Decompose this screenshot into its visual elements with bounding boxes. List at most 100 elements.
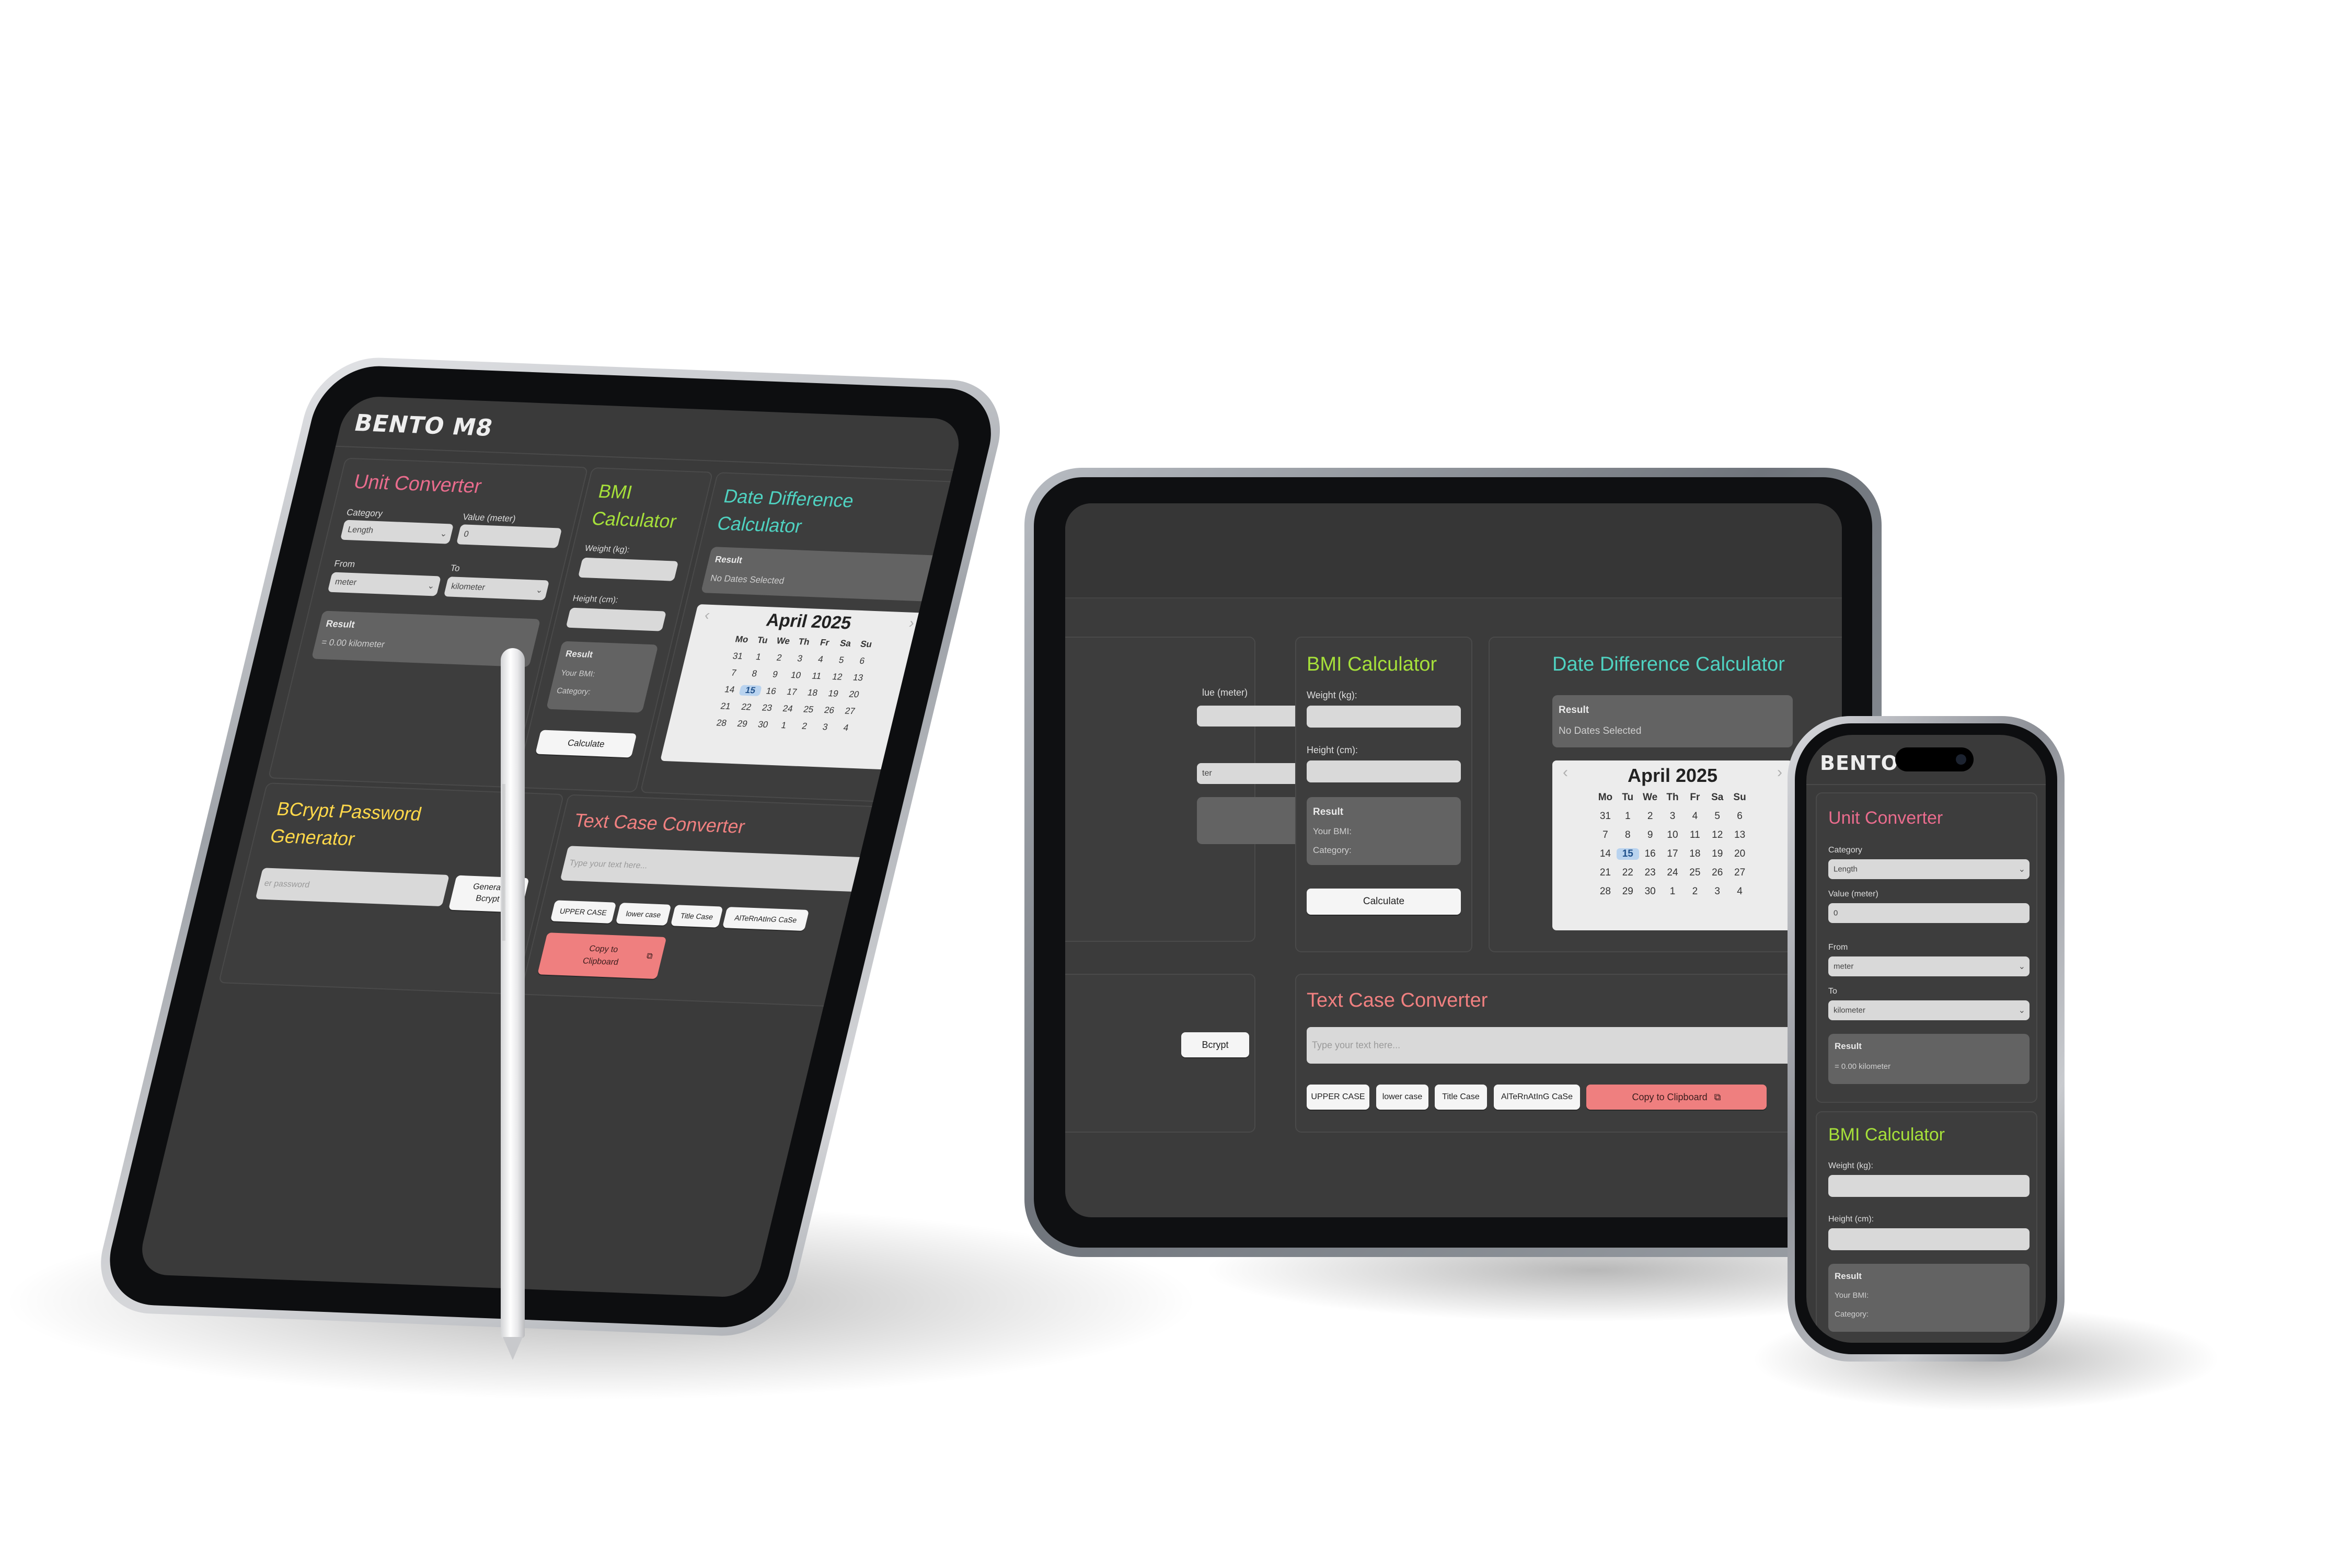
title-case-button[interactable]: Title Case xyxy=(670,905,723,928)
calendar-day[interactable]: 14 xyxy=(718,684,741,696)
calendar-day[interactable]: 1 xyxy=(1662,886,1684,897)
calendar-day[interactable]: 11 xyxy=(805,671,828,682)
from-select[interactable]: meter ⌄ xyxy=(327,572,442,596)
calendar-day[interactable]: 20 xyxy=(1728,848,1751,860)
title-case-button[interactable]: Title Case xyxy=(1435,1085,1487,1110)
text-input[interactable]: Type your text here... xyxy=(560,846,885,893)
calendar-day[interactable]: 18 xyxy=(1684,848,1706,860)
calculate-button[interactable]: Calculate xyxy=(1307,889,1461,915)
to-select[interactable]: kilometer ⌄ xyxy=(443,577,550,601)
calendar-day[interactable]: 23 xyxy=(755,702,778,714)
value-input[interactable]: 0 xyxy=(1828,903,2030,923)
calendar-day[interactable]: 22 xyxy=(1617,867,1639,879)
to-select[interactable]: kilometer ⌄ xyxy=(1828,1000,2030,1020)
calendar-day[interactable]: 6 xyxy=(1728,811,1751,822)
height-input[interactable] xyxy=(1307,760,1461,782)
calendar-day[interactable]: 10 xyxy=(1662,829,1684,841)
calendar-day[interactable]: 31 xyxy=(726,651,749,662)
weight-input[interactable] xyxy=(578,557,679,581)
calendar-day[interactable]: 30 xyxy=(752,719,775,731)
calendar-day[interactable]: 8 xyxy=(1617,829,1639,841)
calendar-day[interactable]: 7 xyxy=(722,667,745,679)
value-input[interactable]: 0 xyxy=(456,524,562,548)
calendar-day[interactable]: 10 xyxy=(784,670,807,682)
weight-input[interactable] xyxy=(1828,1175,2030,1197)
calendar-day[interactable]: 31 xyxy=(1594,811,1617,822)
calendar-day[interactable]: 17 xyxy=(780,686,803,698)
password-input[interactable]: er password xyxy=(255,868,449,907)
calendar-day[interactable]: 13 xyxy=(1728,829,1751,841)
copy-to-clipboard-button[interactable]: Copy to Clipboard ⧉ xyxy=(1586,1085,1767,1110)
calendar-day[interactable]: 7 xyxy=(1594,829,1617,841)
calendar-day[interactable]: 26 xyxy=(817,705,840,717)
category-select[interactable]: Length ⌄ xyxy=(1828,859,2030,879)
calendar-day[interactable]: 29 xyxy=(1617,886,1639,897)
calendar-day[interactable]: 14 xyxy=(1594,848,1617,860)
chevron-left-icon[interactable]: ‹ xyxy=(1563,764,1568,781)
calendar-day[interactable]: 3 xyxy=(1662,811,1684,822)
calendar-day[interactable]: 4 xyxy=(809,654,832,665)
calendar-day[interactable]: 20 xyxy=(843,689,866,700)
calendar-day[interactable]: 28 xyxy=(1594,886,1617,897)
calendar-day[interactable]: 11 xyxy=(1684,829,1706,841)
calendar-day[interactable]: 19 xyxy=(822,688,845,700)
calendar-day[interactable]: 12 xyxy=(826,672,849,683)
calendar-day[interactable]: 1 xyxy=(772,720,795,731)
calendar-day[interactable]: 24 xyxy=(776,703,799,714)
calendar-day[interactable]: 9 xyxy=(764,669,787,681)
calendar-day[interactable]: 25 xyxy=(797,704,820,716)
calendar-day[interactable]: 23 xyxy=(1639,867,1662,879)
calendar-day[interactable]: 12 xyxy=(1706,829,1728,841)
alternating-case-button[interactable]: AlTeRnAtInG CaSe xyxy=(722,907,810,931)
lower-case-button[interactable]: lower case xyxy=(1376,1085,1428,1110)
calendar-day[interactable]: 2 xyxy=(1684,886,1706,897)
calendar-day[interactable]: 1 xyxy=(747,651,770,663)
upper-case-button[interactable]: UPPER CASE xyxy=(1307,1085,1369,1110)
calendar-day[interactable]: 8 xyxy=(743,668,766,679)
calendar-day[interactable]: 13 xyxy=(846,672,869,684)
calendar-day[interactable]: 30 xyxy=(1639,886,1662,897)
calendar-day[interactable]: 26 xyxy=(1706,867,1728,879)
calendar-day[interactable]: 9 xyxy=(1639,829,1662,841)
calendar-day[interactable]: 3 xyxy=(788,653,811,665)
calendar-day[interactable]: 2 xyxy=(768,652,791,664)
calendar-day[interactable]: 27 xyxy=(1728,867,1751,879)
calendar-day[interactable]: 24 xyxy=(1662,867,1684,879)
alternating-case-button[interactable]: AlTeRnAtInG CaSe xyxy=(1494,1085,1580,1110)
calendar-day[interactable]: 21 xyxy=(1594,867,1617,879)
calendar-day[interactable]: 17 xyxy=(1662,848,1684,860)
calculate-button[interactable]: Calculate xyxy=(535,730,637,758)
calendar-day[interactable]: 4 xyxy=(834,722,857,734)
calendar-day[interactable]: 4 xyxy=(1684,811,1706,822)
height-input[interactable] xyxy=(566,607,667,631)
calendar-day[interactable]: 22 xyxy=(735,701,758,713)
height-input[interactable] xyxy=(1828,1228,2030,1250)
lower-case-button[interactable]: lower case xyxy=(615,903,672,926)
calendar-day[interactable]: 15 xyxy=(739,685,762,696)
calendar-day[interactable]: 25 xyxy=(1684,867,1706,879)
calendar-day[interactable]: 15 xyxy=(1616,848,1639,860)
upper-case-button[interactable]: UPPER CASE xyxy=(550,900,617,924)
chevron-right-icon[interactable]: › xyxy=(1777,764,1782,781)
calendar-day[interactable]: 1 xyxy=(1617,811,1639,822)
calendar-day[interactable]: 3 xyxy=(814,722,837,733)
calendar-day[interactable]: 2 xyxy=(793,721,816,732)
category-select[interactable]: Length ⌄ xyxy=(340,520,454,544)
text-input[interactable]: Type your text here... xyxy=(1307,1027,1842,1064)
calendar-day[interactable]: 3 xyxy=(1706,886,1728,897)
calendar-day[interactable]: 18 xyxy=(801,687,824,699)
date-calendar[interactable]: April 2025 ‹ › Mo Tu We Th Fr Sa Su 31 1 2 3 4 5 6 7 8 9… xyxy=(1552,760,1793,930)
calendar-day[interactable]: 2 xyxy=(1639,811,1662,822)
calendar-day[interactable]: 29 xyxy=(731,718,754,730)
generate-bcrypt-button[interactable]: Bcrypt xyxy=(1181,1032,1249,1057)
calendar-day[interactable]: 5 xyxy=(1706,811,1728,822)
calendar-day[interactable]: 19 xyxy=(1706,848,1728,860)
calendar-day[interactable]: 16 xyxy=(1639,848,1662,860)
calendar-day[interactable]: 27 xyxy=(838,706,861,717)
weight-input[interactable] xyxy=(1307,706,1461,728)
calendar-day[interactable]: 28 xyxy=(710,718,733,729)
calendar-day[interactable]: 4 xyxy=(1728,886,1751,897)
from-select[interactable]: meter ⌄ xyxy=(1828,956,2030,976)
calendar-day[interactable]: 5 xyxy=(829,655,852,666)
calendar-day[interactable]: 21 xyxy=(714,701,737,712)
